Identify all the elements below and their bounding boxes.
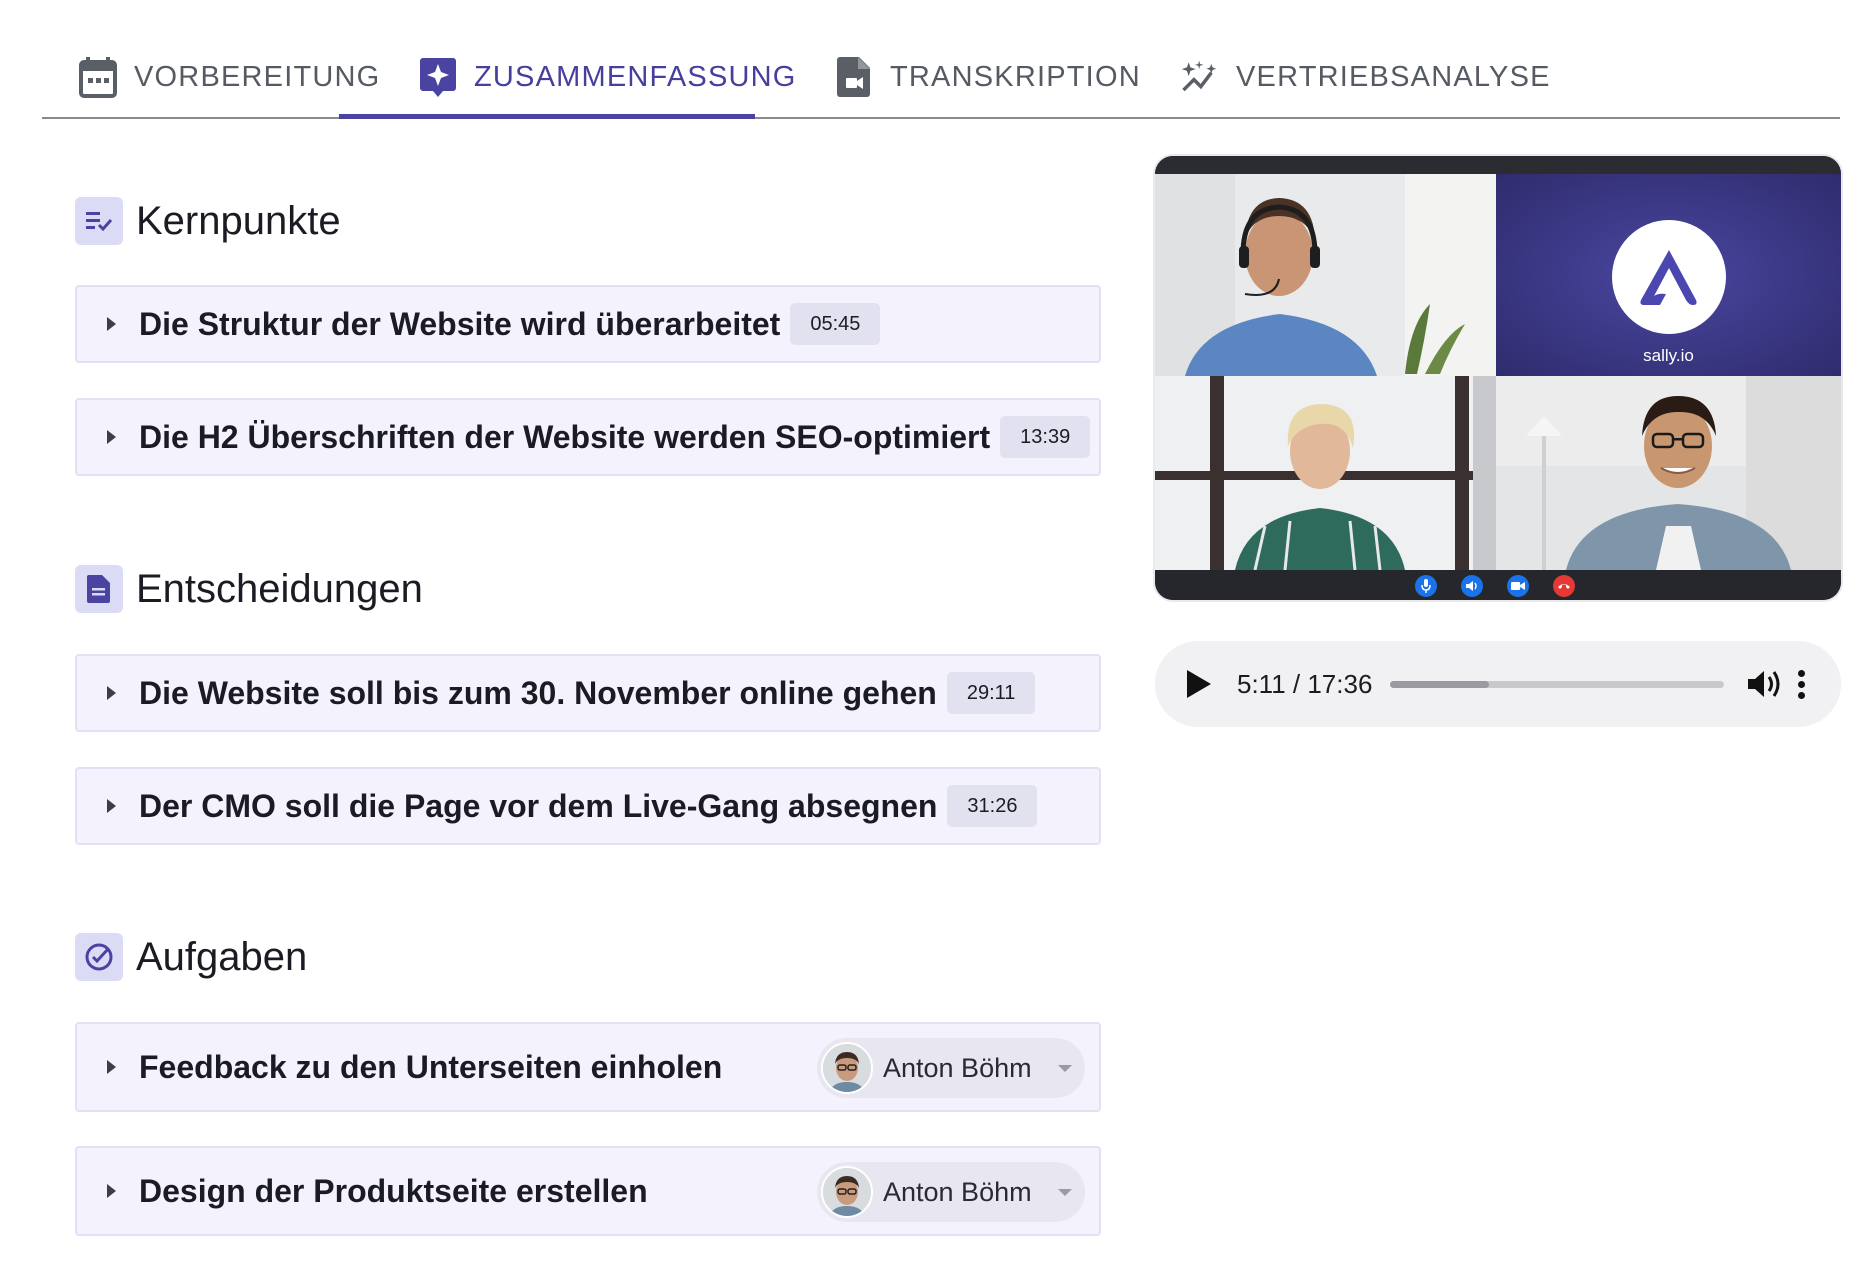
speaker-icon[interactable]	[1461, 575, 1483, 597]
sparkle-chart-icon	[1180, 55, 1220, 99]
timestamp-badge[interactable]: 05:45	[790, 303, 881, 345]
list-item[interactable]: Die H2 Überschriften der Website werden …	[75, 398, 1101, 476]
checklist-icon	[75, 197, 123, 245]
tab-transkription[interactable]: TRANSKRIPTION	[834, 48, 1141, 106]
item-text: Feedback zu den Unterseiten einholen	[139, 1048, 723, 1085]
item-text: Design der Produktseite erstellen	[139, 1172, 648, 1209]
timestamp-badge[interactable]: 31:26	[947, 785, 1038, 827]
assignee-name: Anton Böhm	[883, 1052, 1032, 1083]
progress-fill	[1390, 680, 1489, 688]
more-options-icon[interactable]	[1796, 669, 1806, 699]
timestamp-badge[interactable]: 13:39	[1000, 416, 1091, 458]
tab-label: ZUSAMMENFASSUNG	[474, 60, 797, 93]
sparkle-note-icon	[418, 55, 458, 99]
tab-bar: VORBEREITUNG ZUSAMMENFASSUNG TRANSKRIPTI…	[42, 0, 1840, 119]
expand-caret-icon[interactable]	[107, 317, 116, 331]
avatar	[821, 1042, 873, 1094]
check-circle-icon	[75, 933, 123, 981]
tab-vertriebsanalyse[interactable]: VERTRIEBSANALYSE	[1180, 48, 1551, 106]
tab-vorbereitung[interactable]: VORBEREITUNG	[78, 48, 380, 106]
tab-label: VORBEREITUNG	[134, 60, 381, 93]
task-item[interactable]: Design der Produktseite erstellen Anton …	[75, 1146, 1101, 1236]
playback-time: 5:11 / 17:36	[1237, 668, 1373, 699]
active-tab-indicator	[339, 114, 755, 119]
logo-text: sally.io	[1643, 346, 1694, 365]
calendar-icon	[78, 55, 118, 99]
section-aufgaben-header: Aufgaben	[75, 933, 307, 981]
assignee-name: Anton Böhm	[883, 1176, 1032, 1207]
progress-bar[interactable]	[1390, 680, 1725, 688]
video-call-preview[interactable]: sally.io	[1155, 156, 1841, 600]
assignee-dropdown[interactable]: Anton Böhm	[817, 1038, 1085, 1098]
camera-icon[interactable]	[1507, 575, 1529, 597]
chevron-down-icon	[1057, 1064, 1072, 1072]
avatar	[821, 1166, 873, 1218]
volume-icon[interactable]	[1746, 667, 1786, 701]
item-text: Die Struktur der Website wird überarbeit…	[139, 305, 781, 342]
participant-tile	[1155, 376, 1496, 570]
list-item[interactable]: Die Website soll bis zum 30. November on…	[75, 654, 1101, 732]
sally-logo-icon	[1612, 220, 1726, 334]
video-top-bar	[1155, 156, 1841, 174]
microphone-icon[interactable]	[1415, 575, 1437, 597]
expand-caret-icon[interactable]	[107, 1060, 116, 1074]
expand-caret-icon[interactable]	[107, 799, 116, 813]
section-title: Entscheidungen	[136, 566, 423, 611]
tab-label: VERTRIEBSANALYSE	[1236, 60, 1551, 93]
item-text: Die H2 Überschriften der Website werden …	[139, 418, 991, 455]
assignee-dropdown[interactable]: Anton Böhm	[817, 1162, 1085, 1222]
chevron-down-icon	[1057, 1188, 1072, 1196]
item-text: Die Website soll bis zum 30. November on…	[139, 674, 937, 711]
audio-player: 5:11 / 17:36	[1155, 641, 1841, 727]
call-controls	[1155, 570, 1841, 600]
list-item[interactable]: Der CMO soll die Page vor dem Live-Gang …	[75, 767, 1101, 845]
play-icon[interactable]	[1187, 670, 1211, 698]
tab-zusammenfassung[interactable]: ZUSAMMENFASSUNG	[418, 48, 797, 106]
video-file-icon	[834, 55, 874, 99]
hang-up-icon[interactable]	[1553, 575, 1575, 597]
list-item[interactable]: Die Struktur der Website wird überarbeit…	[75, 285, 1101, 363]
section-entscheidungen-header: Entscheidungen	[75, 565, 423, 613]
tab-label: TRANSKRIPTION	[890, 60, 1141, 93]
section-title: Kernpunkte	[136, 198, 341, 243]
expand-caret-icon[interactable]	[107, 430, 116, 444]
document-icon	[75, 565, 123, 613]
expand-caret-icon[interactable]	[107, 1184, 116, 1198]
expand-caret-icon[interactable]	[107, 686, 116, 700]
participant-tile	[1155, 174, 1496, 376]
section-kernpunkte-header: Kernpunkte	[75, 197, 341, 245]
item-text: Der CMO soll die Page vor dem Live-Gang …	[139, 787, 938, 824]
task-item[interactable]: Feedback zu den Unterseiten einholen Ant…	[75, 1022, 1101, 1112]
participant-tile	[1496, 376, 1841, 570]
section-title: Aufgaben	[136, 934, 308, 979]
timestamp-badge[interactable]: 29:11	[946, 672, 1036, 714]
logo-tile: sally.io	[1496, 174, 1841, 376]
